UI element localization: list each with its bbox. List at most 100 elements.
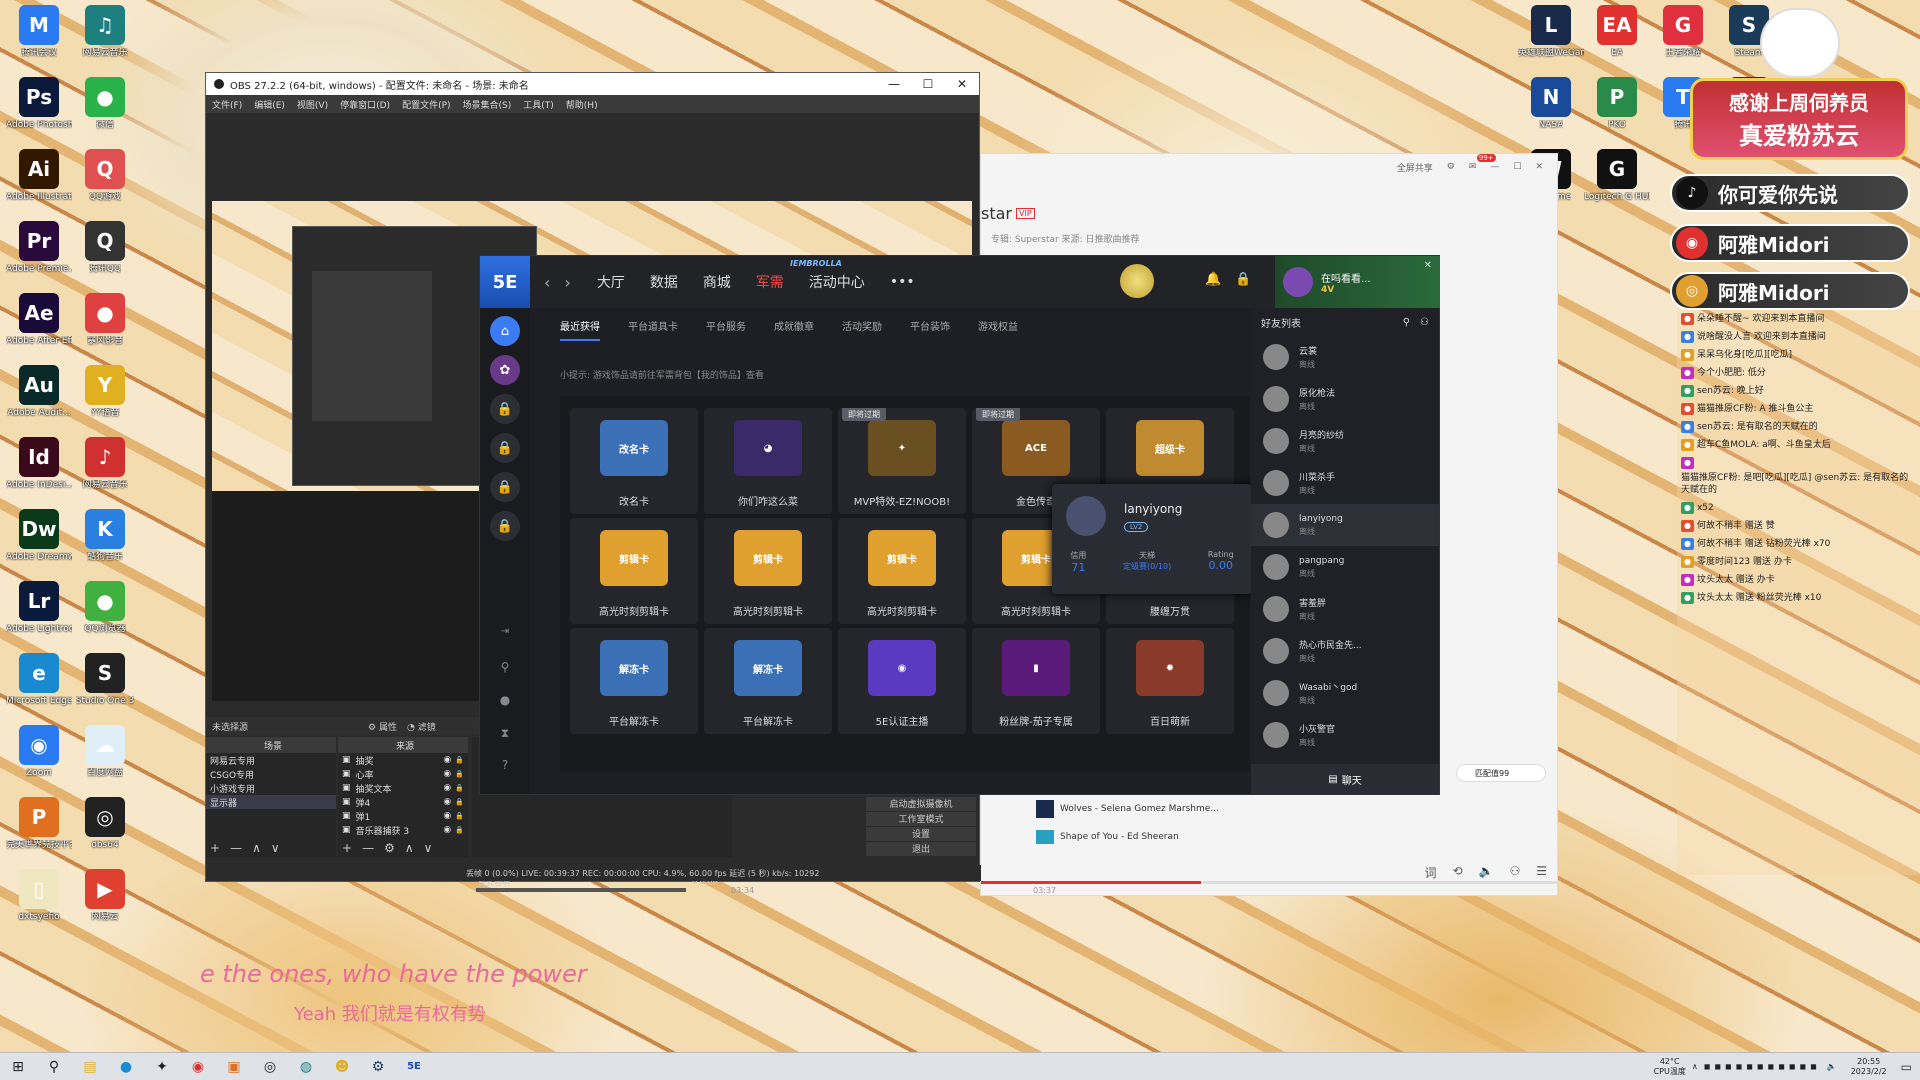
forward-icon[interactable]: › xyxy=(564,273,570,292)
tray-chevron-icon[interactable]: ∧ xyxy=(1692,1062,1698,1071)
obs-menu-item[interactable]: 文件(F) xyxy=(206,98,248,111)
share-icon[interactable]: ⚇ xyxy=(1509,864,1520,881)
obs-menu-item[interactable]: 视图(V) xyxy=(291,98,334,111)
extra-pill[interactable]: 匹配值99 xyxy=(1456,764,1546,782)
down-icon[interactable]: ∨ xyxy=(424,841,433,855)
perfect-world-icon[interactable]: ▣ xyxy=(221,1056,247,1078)
home-icon[interactable]: ⌂ xyxy=(490,316,520,346)
minimize-icon[interactable]: — xyxy=(1490,162,1499,172)
source-item[interactable]: ▣ 弹1 ◉ 🔒 xyxy=(338,809,468,823)
desktop-icon[interactable]: ◎ obs64 xyxy=(72,797,138,869)
obs-menu-item[interactable]: 场景集合(S) xyxy=(457,98,518,111)
desktop-icon[interactable]: Y YY语音 xyxy=(72,365,138,437)
friend-item[interactable]: 月亮的纱纺 离线 xyxy=(1251,420,1439,462)
down-icon[interactable]: ∨ xyxy=(271,841,280,855)
add-icon[interactable]: + xyxy=(210,841,220,855)
studio-icon[interactable]: ✦ xyxy=(149,1056,175,1078)
filters-button[interactable]: ◔ 滤镜 xyxy=(407,720,436,733)
close-icon[interactable]: ✕ xyxy=(1535,162,1543,172)
desktop-icon[interactable]: ☁ 百度网盘 xyxy=(72,725,138,797)
desktop-icon[interactable]: Q QQ游戏 xyxy=(72,149,138,221)
lock-icon[interactable]: 🔒 xyxy=(455,756,464,764)
5e-logo[interactable]: 5E xyxy=(480,256,530,308)
clock[interactable]: 20:55 2023/2/2 xyxy=(1851,1057,1887,1077)
netease-music-icon[interactable]: ◉ xyxy=(185,1056,211,1078)
search-icon[interactable]: ⚲ xyxy=(41,1056,67,1078)
edge-icon[interactable]: ● xyxy=(113,1056,139,1078)
friend-item[interactable]: pangpang 离线 xyxy=(1251,546,1439,588)
steam-icon[interactable]: ⚙ xyxy=(365,1056,391,1078)
desktop-icon[interactable]: ♪ 网易云音乐 xyxy=(72,437,138,509)
source-item[interactable]: ▣ 心率 ◉ 🔒 xyxy=(338,767,468,781)
volume-icon[interactable]: 🔈 xyxy=(1479,864,1494,881)
obs-control-button[interactable]: 启动虚拟摄像机 xyxy=(866,797,976,811)
friend-item[interactable]: 原化枪法 离线 xyxy=(1251,378,1439,420)
friend-item[interactable]: lanyiyong 离线 xyxy=(1251,504,1439,546)
mail-icon[interactable]: ✉ 99+ xyxy=(1469,154,1496,172)
song-row[interactable]: Shape of You - Ed Sheeran xyxy=(1036,830,1179,844)
friend-item[interactable]: 害羞胖 离线 xyxy=(1251,588,1439,630)
5e-taskbar-icon[interactable]: 5E xyxy=(401,1056,427,1078)
volume-icon[interactable]: 🔈 xyxy=(1827,1062,1837,1071)
lock-icon[interactable]: 🔒 xyxy=(490,433,520,463)
friend-item[interactable]: Wasabi丶god 离线 xyxy=(1251,672,1439,714)
desktop-icon[interactable]: ● QQ浏览器 xyxy=(72,581,138,653)
audio-track[interactable] xyxy=(476,888,686,892)
netease-cloud-icon[interactable]: ◍ xyxy=(293,1056,319,1078)
file-explorer-icon[interactable]: ▤ xyxy=(77,1056,103,1078)
lock-icon[interactable]: 🔒 xyxy=(455,798,464,806)
lock-icon[interactable]: 🔒 xyxy=(1235,272,1251,287)
tab-item[interactable]: 平台服务 xyxy=(706,318,746,341)
eye-icon[interactable]: ◉ xyxy=(443,769,451,779)
source-item[interactable]: ▣ 抽奖 ◉ 🔒 xyxy=(338,753,468,767)
close-icon[interactable]: ✕ xyxy=(945,77,979,91)
nav-item[interactable]: 商城 xyxy=(703,272,731,292)
friend-item[interactable]: 小灰警官 离线 xyxy=(1251,714,1439,756)
add-friend-icon[interactable]: ⚇ xyxy=(1420,317,1429,328)
obs-control-button[interactable]: 退出 xyxy=(866,842,976,856)
eye-icon[interactable]: ◉ xyxy=(443,811,451,821)
share-label[interactable]: 全屏共享 xyxy=(1397,161,1433,174)
song-row[interactable]: Wolves - Selena Gomez Marshme... xyxy=(1036,800,1219,818)
properties-button[interactable]: ⚙ 属性 xyxy=(368,720,397,733)
loop-icon[interactable]: ⟲ xyxy=(1452,864,1462,881)
add-icon[interactable]: + xyxy=(342,841,352,855)
desktop-icon[interactable]: Pr Adobe Premie... xyxy=(6,221,72,293)
hourglass-icon[interactable]: ⧗ xyxy=(480,726,530,741)
desktop-icon[interactable]: EA EA xyxy=(1584,5,1650,77)
desktop-icon[interactable]: N NASA xyxy=(1518,77,1584,149)
gear-icon[interactable]: ⚙ xyxy=(1447,162,1455,172)
obs-menu-item[interactable]: 配置文件(P) xyxy=(396,98,456,111)
lock-icon[interactable]: 🔒 xyxy=(490,472,520,502)
source-item[interactable]: ▣ 音乐器捕获 3 ◉ 🔒 xyxy=(338,823,468,837)
tab-item[interactable]: 成就徽章 xyxy=(774,318,814,341)
desktop-icon[interactable]: Au Adobe Audit... xyxy=(6,365,72,437)
friend-item[interactable]: 云裳 离线 xyxy=(1251,336,1439,378)
item-card[interactable]: ◉ 5E认证主播 xyxy=(838,628,966,734)
desktop-icon[interactable]: P 完美世界竞技平台 xyxy=(6,797,72,869)
obs-menu-item[interactable]: 编辑(E) xyxy=(248,98,291,111)
obs-control-button[interactable]: 设置 xyxy=(866,827,976,841)
desktop-icon[interactable]: M 腾讯会议 xyxy=(6,5,72,77)
desktop-icon[interactable]: Ae Adobe After Effects 2020 xyxy=(6,293,72,365)
nav-item[interactable]: ••• xyxy=(890,274,915,290)
progress-bar[interactable] xyxy=(981,881,1559,884)
scene-item[interactable]: 网易云专用 xyxy=(206,753,336,767)
scene-item[interactable]: 小游戏专用 xyxy=(206,781,336,795)
lock-icon[interactable]: 🔒 xyxy=(455,784,464,792)
chat-button[interactable]: ▤ 聊天 xyxy=(1251,764,1439,794)
desktop-icon[interactable]: e Microsoft Edge xyxy=(6,653,72,725)
eye-icon[interactable]: ◉ xyxy=(443,783,451,793)
nav-item[interactable]: 大厅 xyxy=(597,272,625,292)
scene-item[interactable]: 显示器 xyxy=(206,795,336,809)
lock-icon[interactable]: 🔒 xyxy=(490,394,520,424)
notification-icon[interactable]: ▭ xyxy=(1901,1060,1912,1074)
source-item[interactable]: ▣ 抽奖文本 ◉ 🔒 xyxy=(338,781,468,795)
item-card[interactable]: ✦ 即将过期 MVP特效-EZ!NOOB! xyxy=(838,408,966,514)
friend-item[interactable]: 热心市民金先... 离线 xyxy=(1251,630,1439,672)
help-icon[interactable]: ? xyxy=(480,758,530,772)
game-icon[interactable]: ✿ xyxy=(490,355,520,385)
item-card[interactable]: 剪辑卡 高光时刻剪辑卡 xyxy=(704,518,832,624)
desktop-icon[interactable]: Ps Adobe Photosh... xyxy=(6,77,72,149)
back-icon[interactable]: ‹ xyxy=(544,273,550,292)
